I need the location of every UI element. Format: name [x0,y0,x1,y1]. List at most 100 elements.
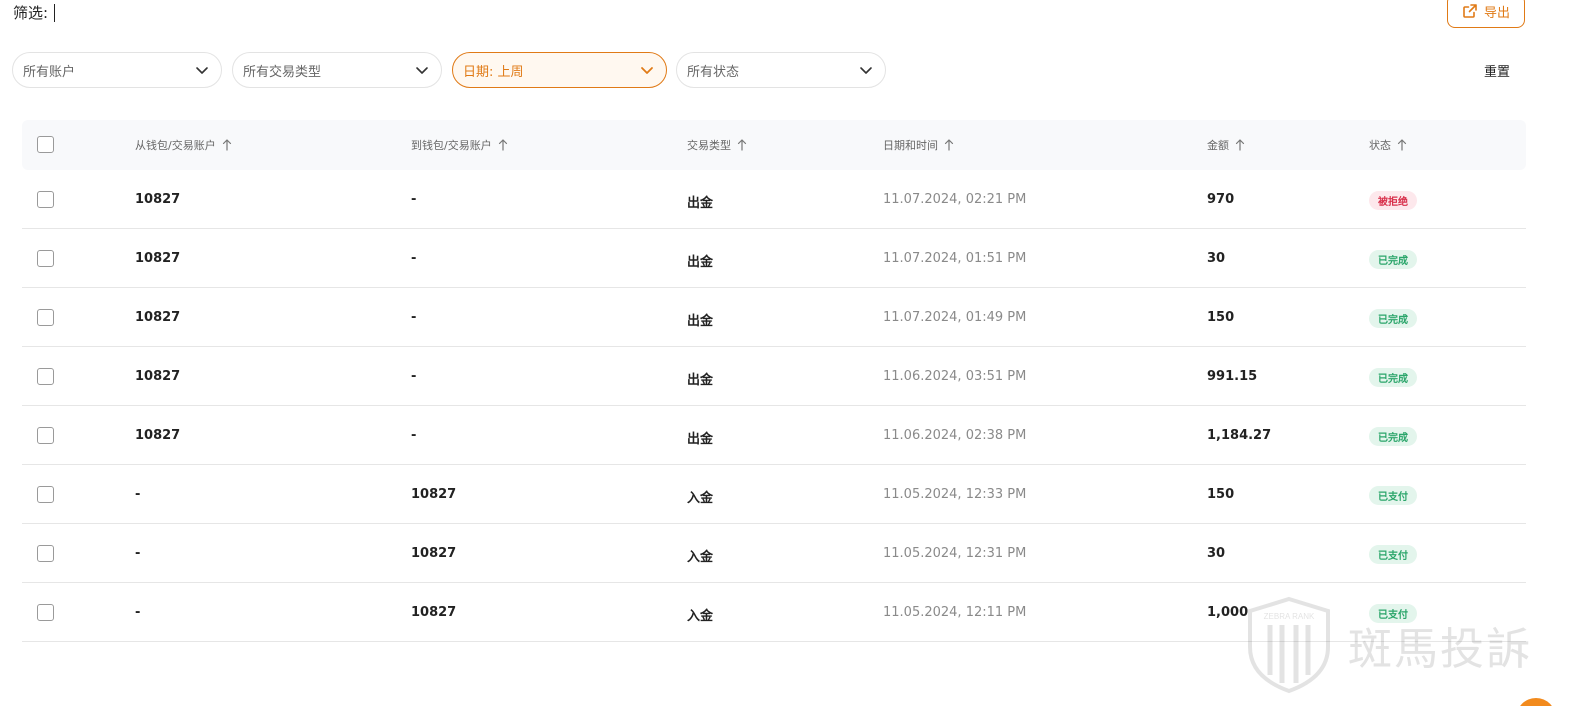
sort-arrow-up-icon [1235,139,1245,151]
transaction-type-cell: 出金 [687,196,714,211]
column-label: 从钱包/交易账户 [135,139,216,152]
amount-cell: 970 [1207,192,1235,207]
table-row[interactable]: - 10827 入金 11.05.2024, 12:11 PM 1,000 已支… [22,583,1526,642]
transaction-type-cell: 出金 [687,373,714,388]
text-cursor [54,3,56,22]
sort-arrow-up-icon [1397,139,1407,151]
chevron-down-icon [196,67,208,74]
to-account-cell: - [411,251,417,266]
row-checkbox[interactable] [37,486,54,503]
transaction-type-cell: 出金 [687,255,714,270]
chat-launcher-button[interactable] [1516,698,1556,706]
row-checkbox[interactable] [37,545,54,562]
from-account-cell: 10827 [135,369,181,384]
transactions-page: 筛选: 导出 所有账户 所有交易类型 日期: 上周 所有状态 重置 从钱包/交易… [0,0,1571,706]
account-filter-dropdown[interactable]: 所有账户 [12,52,222,88]
status-badge: 已完成 [1369,250,1417,269]
filter-label: 筛选: [13,4,49,22]
from-account-cell: 10827 [135,310,181,325]
sort-arrow-up-icon [222,139,231,151]
datetime-cell: 11.06.2024, 02:38 PM [883,428,1027,443]
to-account-cell: 10827 [411,487,457,502]
chevron-down-icon [416,67,428,74]
transaction-type-cell: 出金 [687,432,714,447]
status-badge: 已支付 [1369,604,1417,623]
table-row[interactable]: 10827 - 出金 11.07.2024, 01:51 PM 30 已完成 [22,229,1526,288]
export-button[interactable]: 导出 [1447,0,1525,28]
column-label: 金额 [1207,139,1229,152]
to-account-cell: - [411,310,417,325]
sort-arrow-up-icon [498,139,507,151]
transaction-type-cell: 入金 [687,609,714,624]
amount-cell: 991.15 [1207,369,1258,384]
reset-filters-link[interactable]: 重置 [1484,61,1510,80]
to-account-cell: - [411,428,417,443]
to-account-cell: - [411,192,417,207]
table-row[interactable]: - 10827 入金 11.05.2024, 12:33 PM 150 已支付 [22,465,1526,524]
from-account-cell: - [135,546,141,561]
datetime-cell: 11.07.2024, 01:51 PM [883,251,1027,266]
to-account-cell: 10827 [411,546,457,561]
column-header-from[interactable]: 从钱包/交易账户 [135,137,232,153]
amount-cell: 30 [1207,251,1226,266]
status-badge: 已完成 [1369,427,1417,446]
table-row[interactable]: 10827 - 出金 11.06.2024, 03:51 PM 991.15 已… [22,347,1526,406]
sort-arrow-up-icon [737,139,747,151]
filter-heading: 筛选: [13,2,56,23]
select-all-checkbox[interactable] [37,136,54,153]
to-account-cell: 10827 [411,605,457,620]
date-filter-label: 日期: 上周 [463,64,524,80]
table-row[interactable]: - 10827 入金 11.05.2024, 12:31 PM 30 已支付 [22,524,1526,583]
column-label: 状态 [1369,139,1391,152]
amount-cell: 30 [1207,546,1226,561]
datetime-cell: 11.07.2024, 02:21 PM [883,192,1027,207]
column-header-datetime[interactable]: 日期和时间 [883,137,954,153]
column-header-status[interactable]: 状态 [1369,137,1407,153]
status-filter-dropdown[interactable]: 所有状态 [676,52,886,88]
datetime-cell: 11.05.2024, 12:33 PM [883,487,1027,502]
row-checkbox[interactable] [37,309,54,326]
datetime-cell: 11.06.2024, 03:51 PM [883,369,1027,384]
from-account-cell: 10827 [135,251,181,266]
status-badge: 已支付 [1369,545,1417,564]
export-label: 导出 [1483,5,1510,21]
row-checkbox[interactable] [37,604,54,621]
table-header: 从钱包/交易账户 到钱包/交易账户 交易类型 日期和时间 金额 状态 [22,120,1526,170]
status-badge: 已完成 [1369,368,1417,387]
transaction-type-cell: 出金 [687,314,714,329]
column-label: 交易类型 [687,139,731,152]
amount-cell: 150 [1207,487,1235,502]
from-account-cell: 10827 [135,428,181,443]
table-row[interactable]: 10827 - 出金 11.07.2024, 01:49 PM 150 已完成 [22,288,1526,347]
account-filter-label: 所有账户 [23,64,76,80]
row-checkbox[interactable] [37,368,54,385]
datetime-cell: 11.05.2024, 12:31 PM [883,546,1027,561]
datetime-cell: 11.07.2024, 01:49 PM [883,310,1027,325]
row-checkbox[interactable] [37,191,54,208]
chevron-down-icon [641,67,653,74]
status-badge: 已完成 [1369,309,1417,328]
to-account-cell: - [411,369,417,384]
column-header-amount[interactable]: 金额 [1207,137,1245,153]
column-label: 日期和时间 [883,139,938,152]
type-filter-dropdown[interactable]: 所有交易类型 [232,52,442,88]
datetime-cell: 11.05.2024, 12:11 PM [883,605,1027,620]
table-row[interactable]: 10827 - 出金 11.06.2024, 02:38 PM 1,184.27… [22,406,1526,465]
status-filter-label: 所有状态 [687,64,740,80]
chevron-down-icon [860,67,872,74]
transactions-table: 从钱包/交易账户 到钱包/交易账户 交易类型 日期和时间 金额 状态 10827… [22,120,1526,642]
status-badge: 被拒绝 [1369,191,1417,210]
type-filter-label: 所有交易类型 [243,64,322,80]
status-badge: 已支付 [1369,486,1417,505]
row-checkbox[interactable] [37,427,54,444]
export-icon [1463,4,1477,18]
column-header-type[interactable]: 交易类型 [687,137,747,153]
column-label: 到钱包/交易账户 [411,139,492,152]
table-row[interactable]: 10827 - 出金 11.07.2024, 02:21 PM 970 被拒绝 [22,170,1526,229]
amount-cell: 150 [1207,310,1235,325]
row-checkbox[interactable] [37,250,54,267]
date-filter-dropdown[interactable]: 日期: 上周 [452,52,667,88]
column-header-to[interactable]: 到钱包/交易账户 [411,137,508,153]
transaction-type-cell: 入金 [687,550,714,565]
from-account-cell: 10827 [135,192,181,207]
